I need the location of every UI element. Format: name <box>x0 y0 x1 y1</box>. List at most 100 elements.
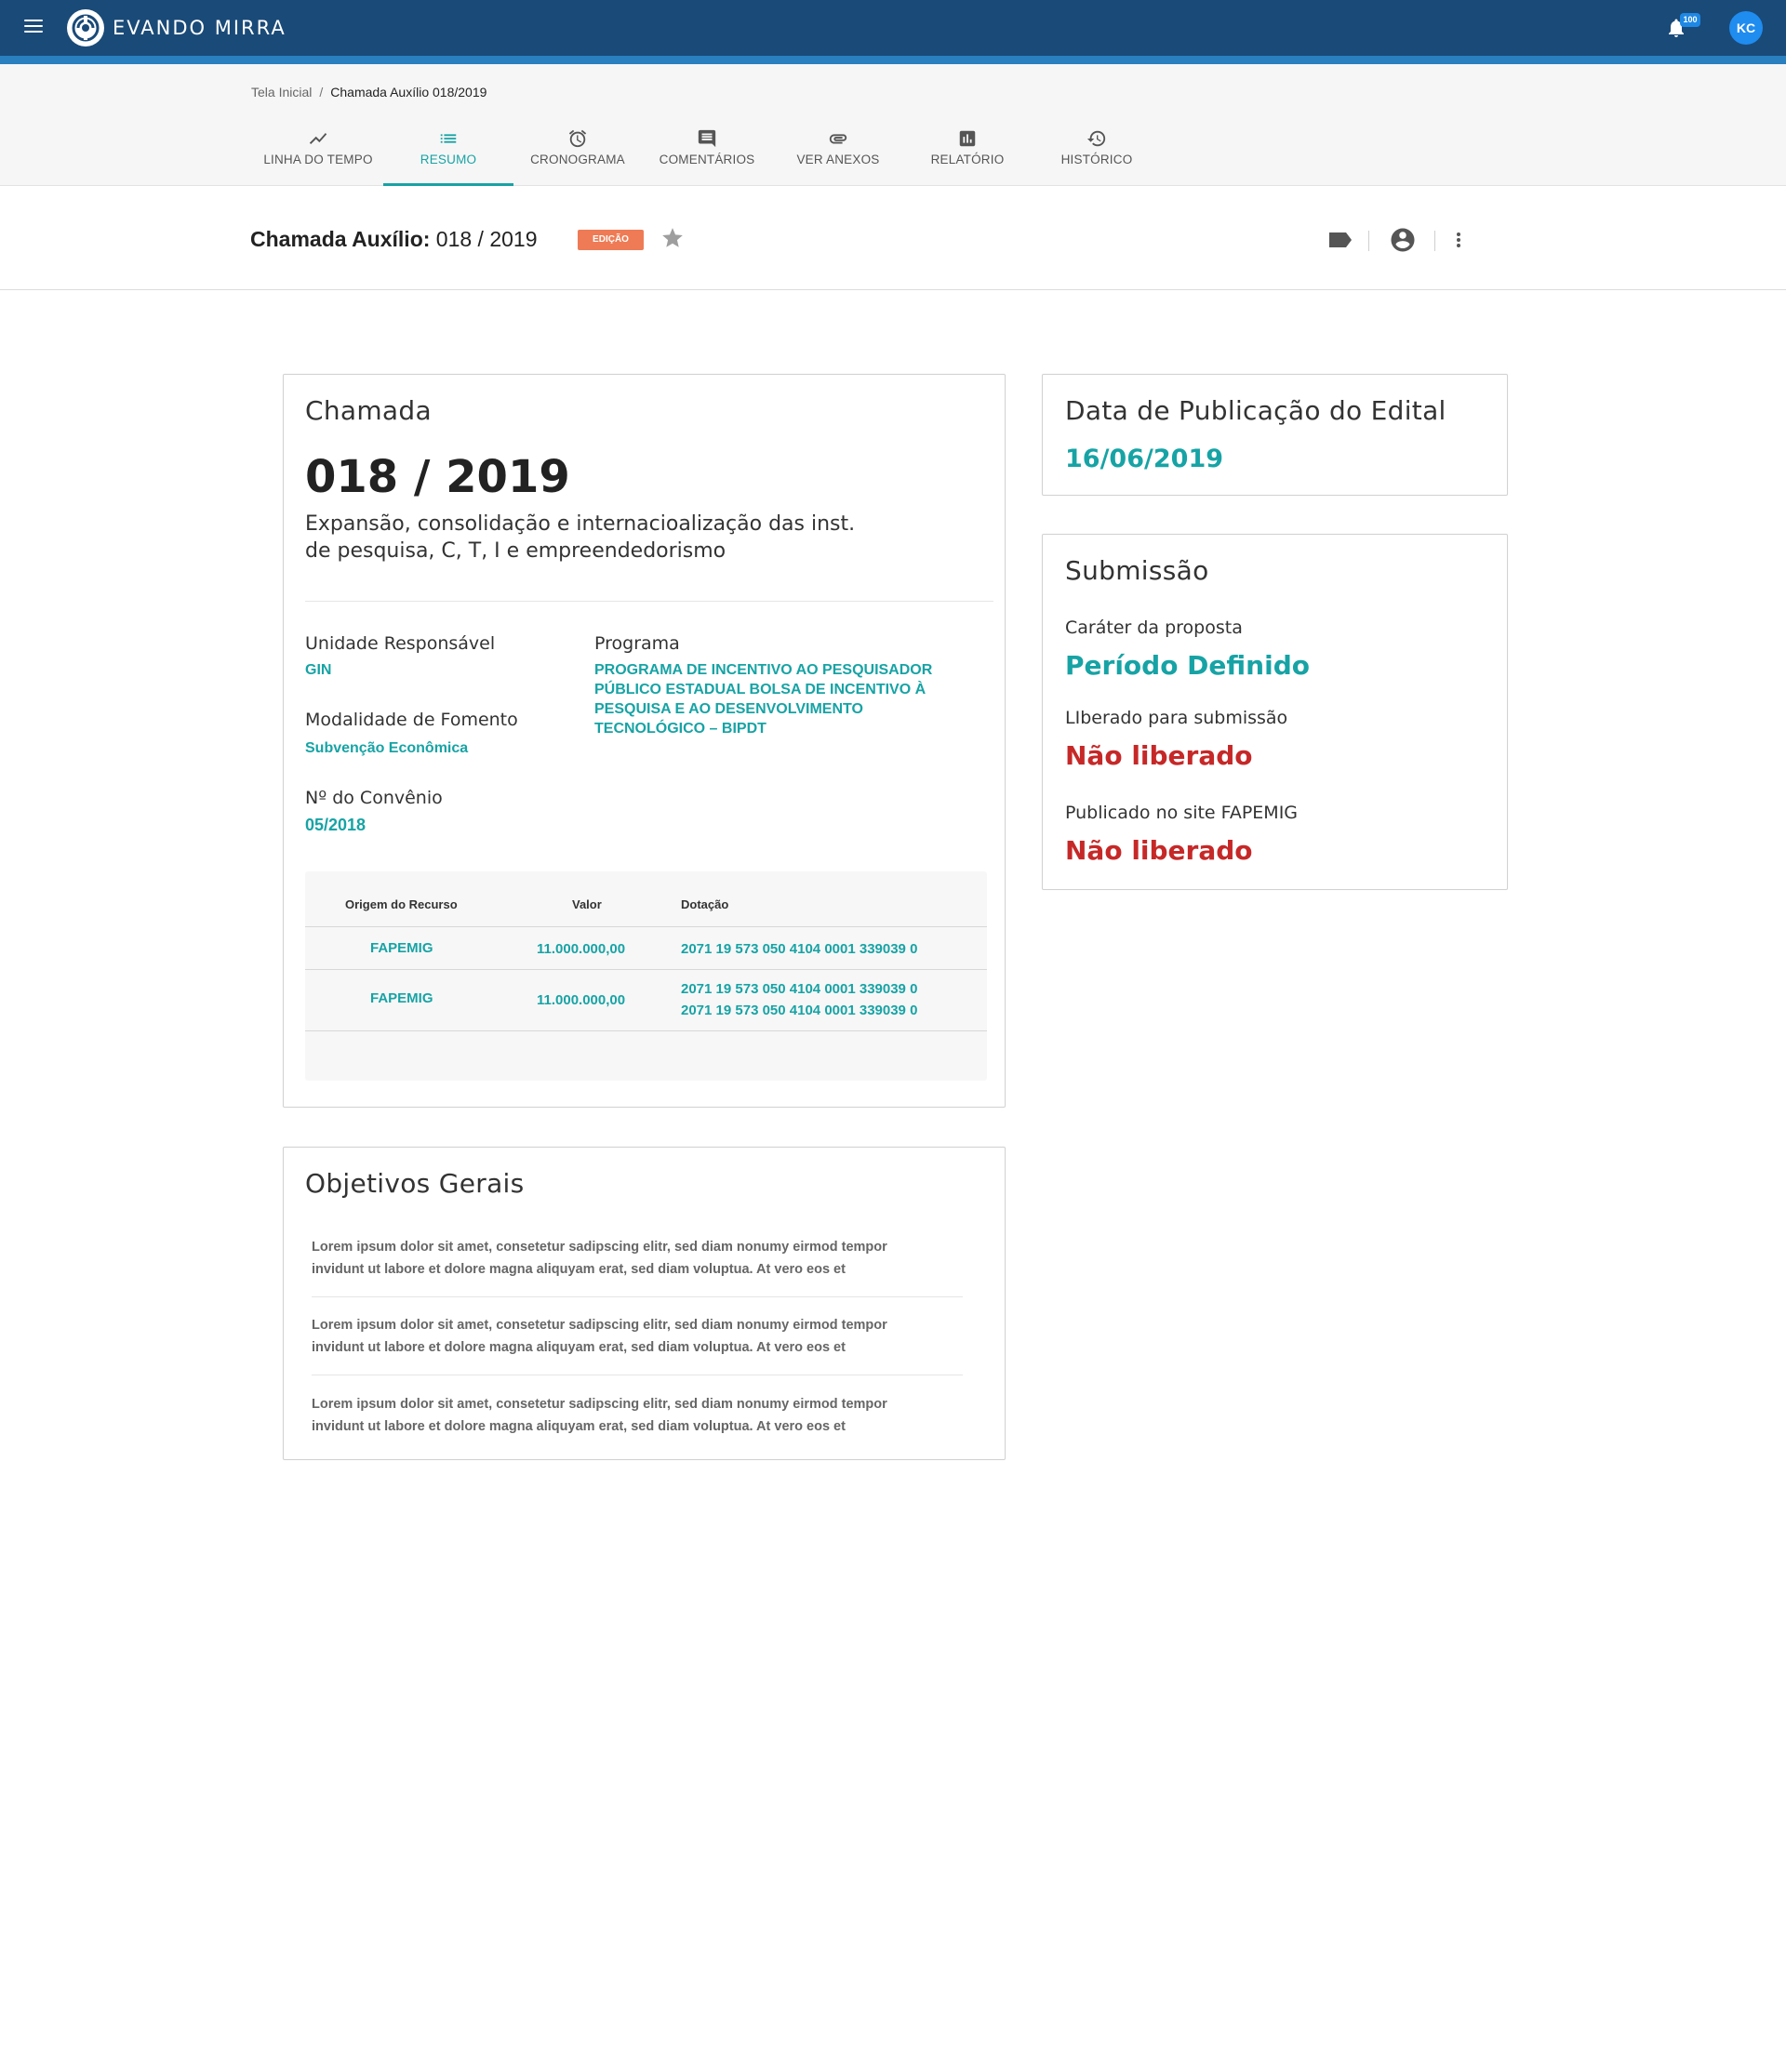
publicacao-card: Data de Publicação do Edital 16/06/2019 <box>1042 374 1508 496</box>
breadcrumb-home-link[interactable]: Tela Inicial <box>251 85 312 100</box>
breadcrumb-current: Chamada Auxílio 018/2019 <box>330 85 487 100</box>
title-bar: Chamada Auxílio: 018 / 2019 EDIÇÃO <box>0 186 1786 290</box>
table-row-divider <box>305 969 987 970</box>
tab-linha-do-tempo[interactable]: LINHA DO TEMPO <box>253 128 383 186</box>
publicacao-date: 16/06/2019 <box>1065 445 1224 473</box>
programa-line: PÚBLICO ESTADUAL BOLSA DE INCENTIVO À <box>594 682 926 697</box>
tab-label: RESUMO <box>420 153 477 166</box>
objetivo-line: Lorem ipsum dolor sit amet, consetetur s… <box>312 1240 887 1255</box>
user-avatar[interactable]: KC <box>1729 11 1763 45</box>
comment-icon <box>698 129 716 148</box>
divider <box>1434 231 1435 251</box>
table-row-divider <box>305 926 987 927</box>
tab-label: LINHA DO TEMPO <box>263 153 373 166</box>
tab-label: CRONOGRAMA <box>530 153 625 166</box>
convenio-value: 05/2018 <box>305 816 367 834</box>
tab-comentarios[interactable]: COMENTÁRIOS <box>642 128 772 186</box>
tab-resumo[interactable]: RESUMO <box>383 128 513 186</box>
programa-line: PESQUISA E AO DESENVOLVIMENTO <box>594 701 863 717</box>
carater-label: Caráter da proposta <box>1065 618 1243 638</box>
page-title-number: 018 / 2019 <box>435 227 538 251</box>
unidade-value: GIN <box>305 662 332 678</box>
table-cell-dotacao: 2071 19 573 050 4104 0001 339039 0 <box>681 981 918 997</box>
card-title: Chamada <box>305 395 432 426</box>
chamada-card: Chamada 018 / 2019 Expansão, consolidaçã… <box>283 374 1006 1108</box>
recursos-table: Origem do Recurso Valor Dotação FAPEMIG … <box>305 871 987 1081</box>
objetivos-card: Objetivos Gerais Lorem ipsum dolor sit a… <box>283 1147 1006 1460</box>
objetivo-line: invidunt ut labore et dolore magna aliqu… <box>312 1262 846 1277</box>
description-line: de pesquisa, C, T, I e empreendedorismo <box>305 539 726 563</box>
objetivo-line: Lorem ipsum dolor sit amet, consetetur s… <box>312 1318 887 1333</box>
status-badge: EDIÇÃO <box>578 230 644 250</box>
divider <box>305 601 993 602</box>
page-title-label: Chamada Auxílio: <box>250 227 431 251</box>
divider <box>312 1296 963 1297</box>
brand-logo-icon <box>67 9 104 46</box>
tab-ver-anexos[interactable]: VER ANEXOS <box>773 128 903 186</box>
sub-header: Tela Inicial / Chamada Auxílio 018/2019 LI… <box>0 64 1786 186</box>
card-title: Objetivos Gerais <box>305 1168 525 1199</box>
tab-label: COMENTÁRIOS <box>659 153 755 166</box>
carater-value: Período Definido <box>1065 650 1310 681</box>
table-cell-origem: FAPEMIG <box>370 990 433 1006</box>
objetivo-line: invidunt ut labore et dolore magna aliqu… <box>312 1419 846 1434</box>
table-header-dotacao: Dotação <box>681 897 729 911</box>
notification-count-badge: 100 <box>1680 13 1700 27</box>
submissao-card: Submissão Caráter da proposta Período De… <box>1042 534 1508 890</box>
tab-relatorio[interactable]: RELATÓRIO <box>902 128 1033 186</box>
attachment-icon <box>829 134 847 144</box>
unidade-label: Unidade Responsável <box>305 633 496 654</box>
list-icon <box>440 134 457 143</box>
table-cell-dotacao: 2071 19 573 050 4104 0001 339039 0 <box>681 1003 918 1018</box>
programa-label: Programa <box>594 633 680 654</box>
history-icon <box>1086 130 1106 147</box>
app-bar: EVANDO MIRRA 100 KC <box>0 0 1786 56</box>
objetivo-item: Lorem ipsum dolor sit amet, consetetur s… <box>312 1236 963 1281</box>
alarm-icon <box>568 129 587 148</box>
table-header-valor: Valor <box>572 897 602 911</box>
objetivo-line: Lorem ipsum dolor sit amet, consetetur s… <box>312 1397 887 1412</box>
card-title: Data de Publicação do Edital <box>1065 395 1446 426</box>
table-cell-origem: FAPEMIG <box>370 940 433 956</box>
report-icon <box>959 130 976 147</box>
tab-historico[interactable]: HISTÓRICO <box>1032 128 1162 186</box>
programa-line: TECNOLÓGICO – BIPDT <box>594 721 766 737</box>
table-cell-dotacao: 2071 19 573 050 4104 0001 339039 0 <box>681 941 918 957</box>
publicado-label: Publicado no site FAPEMIG <box>1065 803 1299 823</box>
page-title: Chamada Auxílio: 018 / 2019 <box>250 227 538 252</box>
table-row-divider <box>305 1030 987 1031</box>
trending-icon <box>309 133 327 144</box>
menu-icon[interactable] <box>24 20 43 36</box>
breadcrumb: Tela Inicial / Chamada Auxílio 018/2019 <box>251 85 486 100</box>
tab-label: VER ANEXOS <box>796 153 880 166</box>
liberado-value: Não liberado <box>1065 740 1253 771</box>
objetivo-line: invidunt ut labore et dolore magna aliqu… <box>312 1340 846 1355</box>
brand-name: EVANDO MIRRA <box>113 17 287 39</box>
chamada-number: 018 / 2019 <box>305 451 570 503</box>
tab-label: RELATÓRIO <box>930 153 1005 166</box>
brand[interactable]: EVANDO MIRRA <box>66 8 287 47</box>
app-bar-stripe <box>0 56 1786 64</box>
publicado-value: Não liberado <box>1065 835 1253 866</box>
tab-label: HISTÓRICO <box>1060 153 1133 166</box>
convenio-label: Nº do Convênio <box>305 788 443 808</box>
more-vert-icon[interactable] <box>1454 229 1463 251</box>
chamada-description: Expansão, consolidação e internacioaliza… <box>305 511 956 564</box>
table-cell-valor: 11.000.000,00 <box>537 992 626 1008</box>
description-line: Expansão, consolidação e internacioaliza… <box>305 512 856 536</box>
objetivo-item: Lorem ipsum dolor sit amet, consetetur s… <box>312 1393 963 1438</box>
modalidade-label: Modalidade de Fomento <box>305 710 518 730</box>
modalidade-value: Subvenção Econômica <box>305 740 469 756</box>
liberado-label: LIberado para submissão <box>1065 708 1288 728</box>
objetivo-item: Lorem ipsum dolor sit amet, consetetur s… <box>312 1314 963 1359</box>
table-header-origem: Origem do Recurso <box>345 897 458 911</box>
table-cell-valor: 11.000.000,00 <box>537 941 626 957</box>
breadcrumb-separator: / <box>319 85 324 100</box>
divider <box>1368 231 1369 251</box>
programa-value: PROGRAMA DE INCENTIVO AO PESQUISADOR PÚB… <box>594 660 985 738</box>
account-circle-icon[interactable] <box>1389 226 1417 254</box>
star-icon[interactable] <box>660 226 685 250</box>
card-title: Submissão <box>1065 555 1209 586</box>
tab-cronograma[interactable]: CRONOGRAMA <box>513 128 643 186</box>
label-tag-icon[interactable] <box>1327 230 1353 250</box>
